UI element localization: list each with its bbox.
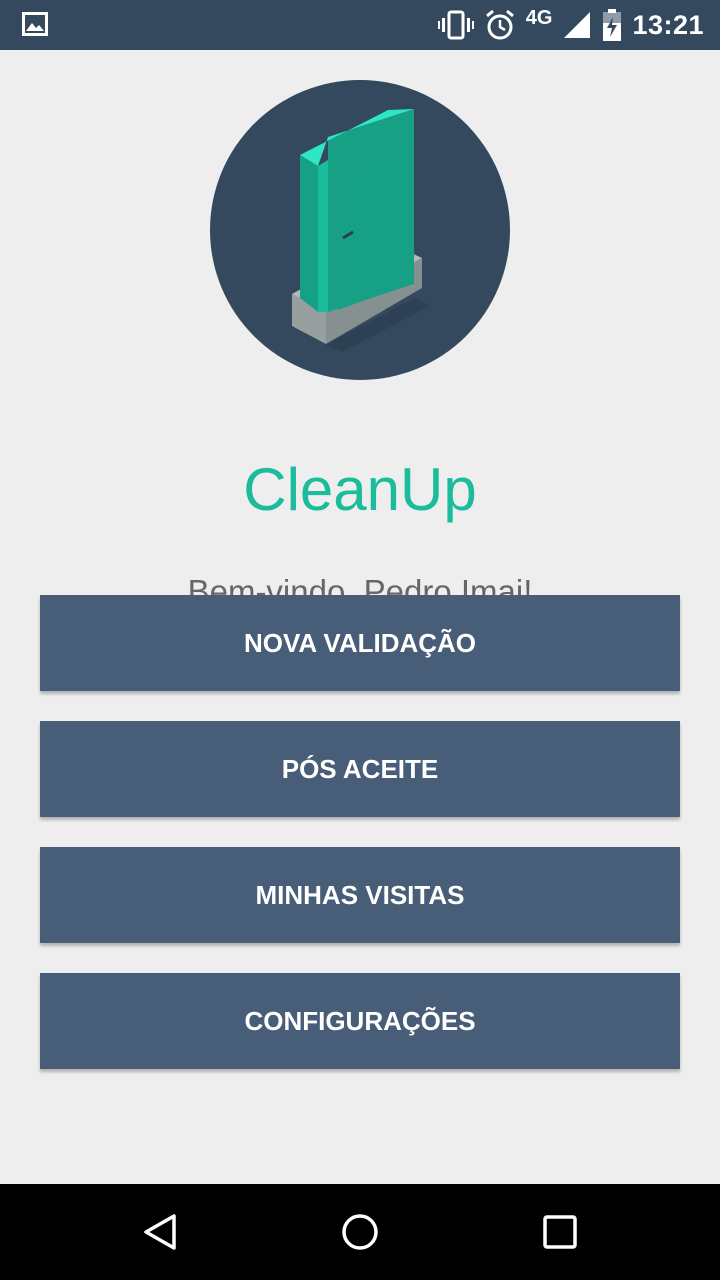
home-screen: CleanUp Bem-vindo, Pedro Imai! NOVA VALI… <box>0 50 720 1184</box>
minhas-visitas-button[interactable]: MINHAS VISITAS <box>40 847 680 943</box>
home-icon[interactable] <box>338 1210 382 1254</box>
pos-aceite-button[interactable]: PÓS ACEITE <box>40 721 680 817</box>
nova-validacao-button[interactable]: NOVA VALIDAÇÃO <box>40 595 680 691</box>
app-title: CleanUp <box>243 456 477 523</box>
back-icon[interactable] <box>138 1210 182 1254</box>
clock: 13:21 <box>632 9 704 40</box>
battery-charging-icon <box>603 9 622 41</box>
status-bar: 4G 13:21 <box>0 0 720 50</box>
recents-icon[interactable] <box>538 1210 582 1254</box>
network-type: 4G <box>525 6 553 29</box>
configuracoes-button[interactable]: CONFIGURAÇÕES <box>40 973 680 1069</box>
signal-icon <box>564 12 591 38</box>
vibrate-icon <box>437 10 474 40</box>
alarm-icon <box>485 9 514 40</box>
navigation-bar <box>0 1184 720 1280</box>
door-icon <box>210 80 510 380</box>
image-icon <box>22 12 48 36</box>
